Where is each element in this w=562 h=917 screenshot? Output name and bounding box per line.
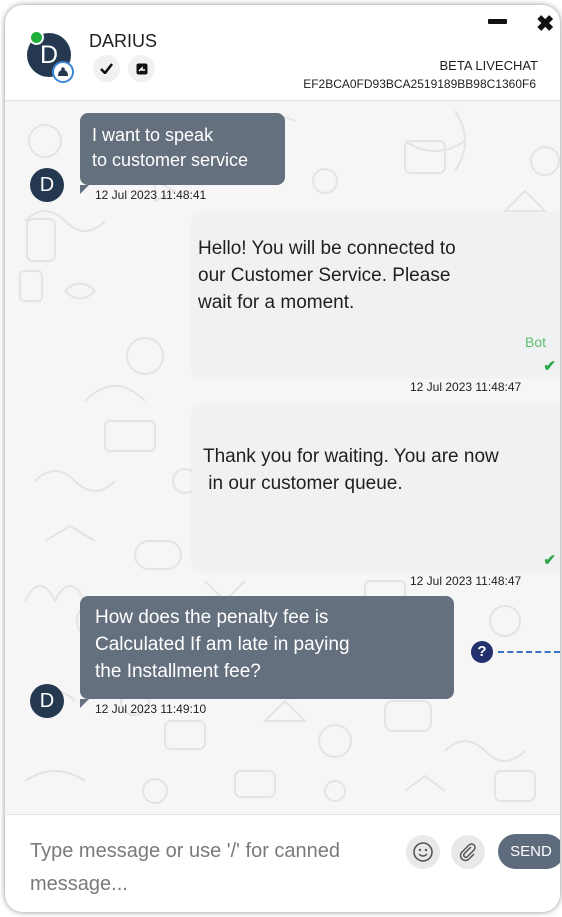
resolve-button[interactable] (93, 55, 120, 82)
emoji-button[interactable] (406, 835, 440, 869)
sender-avatar: D (30, 684, 64, 718)
message-line: Thank you for waiting. You are now (203, 446, 499, 467)
minimize-icon[interactable] (488, 19, 507, 24)
chat-header: D DARIUS ✖ BETA LIVECHAT EF2BCA0FD93BCA2… (5, 5, 560, 101)
transfer-button[interactable] (128, 55, 155, 82)
message-input[interactable]: Type message or use '/' for canned messa… (30, 835, 375, 901)
livechat-window: D DARIUS ✖ BETA LIVECHAT EF2BCA0FD93BCA2… (5, 5, 560, 912)
bubble-tail (80, 185, 89, 194)
contact-name: DARIUS (89, 31, 158, 51)
sender-avatar: D (30, 168, 64, 202)
message-line: I want to speak (92, 125, 214, 145)
close-icon[interactable]: ✖ (536, 13, 554, 35)
message-timestamp: 12 Jul 2023 11:49:10 (95, 702, 207, 716)
smiley-icon (413, 842, 433, 862)
check-icon (100, 63, 113, 74)
bubble-tail (80, 699, 89, 708)
help-icon[interactable]: ? (471, 641, 493, 663)
message-line: Calculated If am late in paying (95, 634, 350, 655)
message-line: the Installment fee? (95, 661, 261, 682)
message-input-placeholder: Type message or use '/' for canned (30, 840, 341, 862)
agent-badge-icon (52, 61, 74, 83)
attach-button[interactable] (451, 835, 485, 869)
message-timestamp: 12 Jul 2023 11:48:41 (95, 188, 207, 202)
message-line: How does the penalty fee is (95, 607, 329, 628)
chat-title: BETA LIVECHAT (439, 58, 539, 73)
message-timestamp: 12 Jul 2023 11:48:47 (410, 380, 522, 394)
delivered-check-icon: ✔ (543, 358, 556, 375)
paperclip-icon (459, 843, 476, 862)
delivered-check-icon: ✔ (543, 552, 556, 569)
send-button[interactable]: SEND (498, 834, 560, 869)
message-line: in our customer queue. (203, 473, 403, 494)
message-line: to customer service (92, 150, 249, 170)
dashed-connector (498, 651, 560, 653)
message-input-placeholder: message... (30, 873, 128, 895)
online-status-dot (29, 30, 44, 45)
message-composer: Type message or use '/' for canned messa… (5, 814, 560, 912)
sender-avatar-initial: D (39, 690, 55, 712)
message-bubble-outgoing: Hello! You will be connected to our Cust… (192, 213, 560, 378)
message-bubble-outgoing: Thank you for waiting. You are now in ou… (192, 405, 560, 571)
message-line: wait for a moment. (198, 292, 355, 313)
message-line: Hello! You will be connected to (198, 238, 456, 259)
sender-label: Bot (524, 334, 546, 350)
message-bubble-incoming: How does the penalty fee is Calculated I… (80, 596, 454, 699)
message-timestamp: 12 Jul 2023 11:48:47 (410, 574, 522, 588)
message-bubble-incoming: I want to speak to customer service (80, 113, 285, 185)
message-list[interactable]: I want to speak to customer service D 12… (5, 101, 560, 814)
session-id: EF2BCA0FD93BCA2519189BB98C1360F6 (303, 77, 536, 91)
transfer-icon (136, 63, 147, 74)
message-line: our Customer Service. Please (198, 265, 451, 286)
sender-avatar-initial: D (39, 174, 55, 196)
